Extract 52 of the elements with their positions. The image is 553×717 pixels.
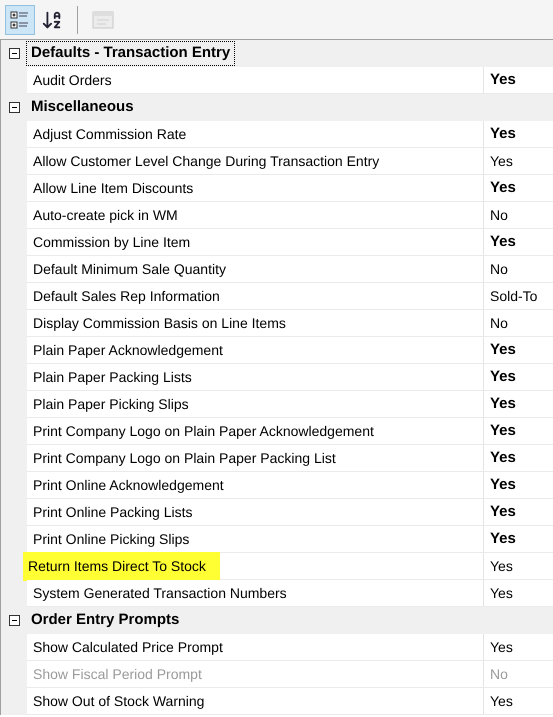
collapse-button[interactable]: [8, 102, 20, 113]
property-value[interactable]: Yes: [490, 690, 513, 712]
property-value[interactable]: Yes: [490, 474, 516, 496]
property-name: Display Commission Basis on Line Items: [32, 314, 286, 333]
property-value[interactable]: Yes: [490, 636, 513, 658]
categorized-button[interactable]: [5, 4, 35, 34]
categorized-view-icon: [10, 10, 30, 30]
property-name: Plain Paper Picking Slips: [32, 394, 189, 414]
property-name: Print Online Acknowledgement: [32, 476, 224, 495]
category-title: Miscellaneous: [30, 97, 135, 118]
property-value[interactable]: Yes: [490, 122, 516, 146]
property-name: Audit Orders: [32, 70, 112, 90]
collapse-button[interactable]: [8, 48, 20, 59]
property-value[interactable]: Yes: [490, 68, 516, 92]
property-name: Plain Paper Acknowledgement: [32, 340, 223, 360]
property-name: Default Minimum Sale Quantity: [32, 260, 226, 279]
category-title: Defaults - Transaction Entry: [27, 42, 234, 65]
collapse-button[interactable]: [8, 615, 20, 626]
property-value[interactable]: Yes: [490, 338, 516, 362]
property-name: Allow Line Item Discounts: [32, 178, 194, 198]
property-name: Print Company Logo on Plain Paper Packing List: [32, 448, 336, 468]
property-name: Show Calculated Price Prompt: [32, 638, 223, 657]
property-value[interactable]: Yes: [490, 420, 516, 442]
property-pages-icon: [92, 10, 114, 30]
property-name: Show Fiscal Period Prompt: [32, 664, 202, 684]
property-name: Print Online Packing Lists: [32, 502, 193, 522]
property-name: Commission by Line Item: [32, 232, 190, 252]
property-name: Adjust Commission Rate: [32, 124, 186, 144]
property-value[interactable]: Yes: [490, 500, 516, 524]
property-value[interactable]: Yes: [490, 150, 513, 172]
property-value[interactable]: Yes: [490, 392, 516, 416]
property-value[interactable]: No: [490, 258, 508, 280]
property-name: System Generated Transaction Numbers: [32, 584, 287, 603]
property-value[interactable]: Yes: [490, 176, 516, 200]
property-name: Print Online Picking Slips: [32, 530, 190, 549]
property-value[interactable]: Yes: [490, 366, 516, 388]
property-name: Print Company Logo on Plain Paper Acknowledgement: [32, 422, 374, 441]
property-value[interactable]: Yes: [490, 230, 516, 254]
category-title: Order Entry Prompts: [30, 610, 180, 630]
property-name: Plain Paper Packing Lists: [32, 368, 192, 387]
property-value[interactable]: Yes: [490, 556, 513, 576]
property-value[interactable]: Yes: [490, 528, 516, 550]
property-value[interactable]: Yes: [490, 582, 513, 604]
property-value[interactable]: Sold-To: [490, 286, 538, 306]
property-value[interactable]: No: [490, 312, 508, 334]
property-name: Show Out of Stock Warning: [32, 692, 204, 711]
property-name: Default Sales Rep Information: [32, 286, 220, 306]
property-value[interactable]: No: [490, 204, 508, 226]
property-name: Return Items Direct To Stock: [23, 552, 220, 580]
property-name: Allow Customer Level Change During Transaction Entry: [32, 152, 380, 171]
property-name: Auto-create pick in WM: [32, 206, 178, 225]
property-value[interactable]: Yes: [490, 446, 516, 470]
